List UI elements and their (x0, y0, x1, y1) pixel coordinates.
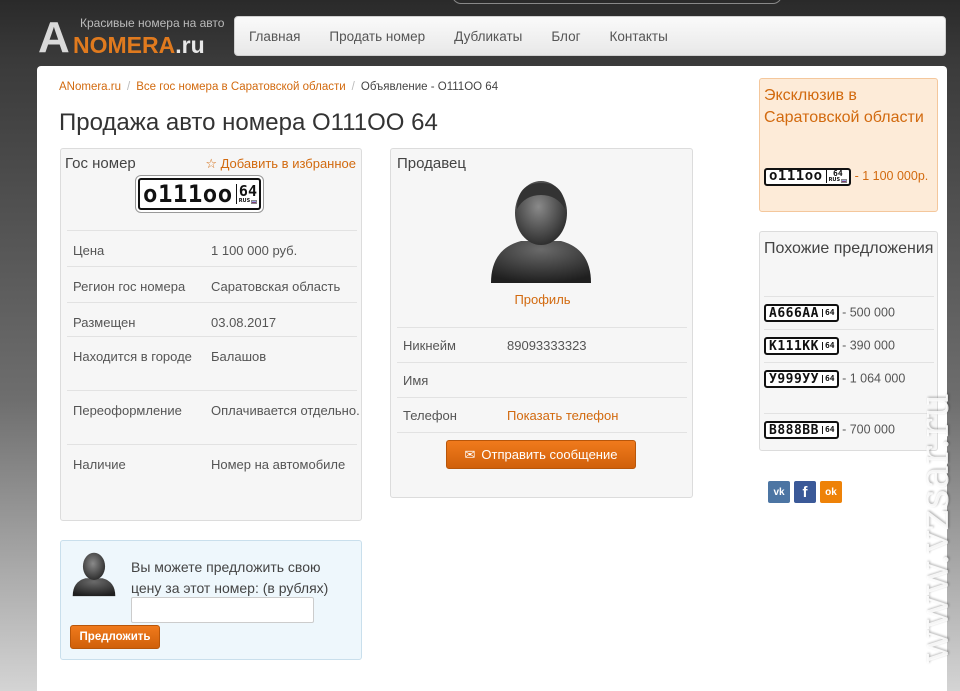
info-row-price: Цена 1 100 000 руб. (67, 230, 357, 266)
nav-contacts[interactable]: Контакты (610, 29, 668, 44)
plate-box-heading: Гос номер (65, 155, 136, 172)
offer-submit-button[interactable]: Предложить (70, 625, 160, 649)
breadcrumb-current: Объявление - О111ОО 64 (360, 81, 499, 93)
info-row-availability: Наличие Номер на автомобиле (67, 444, 357, 498)
nav-home[interactable]: Главная (249, 29, 300, 44)
offer-text: Вы можете предложить свою цену за этот н… (131, 559, 329, 596)
vk-icon[interactable]: vk (768, 481, 790, 503)
similar-item-a666aa[interactable]: А666АА 64 - 500 000 (764, 296, 934, 329)
main-content: ANomera.ru / Все гос номера в Саратовской … (37, 66, 947, 691)
page-title: Продажа авто номера О111ОО 64 (59, 109, 438, 136)
send-message-button[interactable]: ✉ Отправить сообщение (446, 440, 636, 469)
exclusive-listing[interactable]: о111оо 64 RUS - 1 100 000р. (764, 167, 934, 186)
main-nav: Главная Продать номер Дубликаты Блог Кон… (234, 16, 946, 56)
seller-row-name: Имя (397, 362, 687, 397)
envelope-icon: ✉ (464, 446, 476, 462)
facebook-icon[interactable]: f (794, 481, 816, 503)
logo-name: NOMERA.ru (73, 32, 205, 58)
similar-item-b888bb[interactable]: В888ВВ 64 - 700 000 (764, 413, 934, 446)
seller-row-nickname: Никнейм 89093333323 (397, 327, 687, 362)
exclusive-heading: Эксклюзив в Саратовской области (764, 87, 924, 126)
star-icon: ☆ (205, 156, 217, 171)
plate-image: о111оо 64 RUS (138, 178, 262, 210)
exclusive-box: Эксклюзив в Саратовской области о111оо 64… (759, 78, 938, 212)
nav-duplicates[interactable]: Дубликаты (454, 29, 522, 44)
offer-avatar (72, 552, 116, 597)
seller-avatar (491, 181, 591, 283)
seller-heading: Продавец (397, 155, 466, 172)
show-phone-link[interactable]: Показать телефон (507, 408, 618, 423)
site-header: Красивые номера на авто A NOMERA.ru Глав… (0, 0, 960, 66)
plate-info-box: Гос номер ☆ Добавить в избранное о111оо … (60, 148, 362, 521)
logo-letter-a: A (38, 13, 70, 62)
nav-blog[interactable]: Блог (551, 29, 580, 44)
add-favorite-link[interactable]: ☆ Добавить в избранное (205, 156, 356, 172)
similar-item-y999yy[interactable]: У999УУ 64 - 1 064 000 (764, 362, 934, 413)
similar-heading: Похожие предложения (764, 240, 934, 257)
info-row-region: Регион гос номера Саратовская область (67, 266, 357, 302)
top-search-bar[interactable] (452, 0, 782, 4)
info-row-posted: Размещен 03.08.2017 (67, 302, 357, 336)
nav-sell-number[interactable]: Продать номер (329, 29, 425, 44)
similar-item-k111kk[interactable]: К111КК 64 - 390 000 (764, 329, 934, 362)
logo-tagline: Красивые номера на авто (80, 16, 225, 30)
seller-box: Продавец Профиль Никнейм 89093333323 Имя … (390, 148, 693, 498)
odnoklassniki-icon[interactable]: ok (820, 481, 842, 503)
exclusive-price: - 1 100 000р. (854, 169, 929, 183)
breadcrumb-home[interactable]: ANomera.ru (59, 81, 121, 93)
offer-price-input[interactable] (131, 597, 314, 623)
profile-link[interactable]: Профиль (391, 292, 694, 307)
info-row-reregistration: Переоформление Оплачивается отдельно. (67, 390, 360, 444)
seller-row-phone: Телефон Показать телефон (397, 397, 687, 432)
breadcrumb: ANomera.ru / Все гос номера в Саратовской … (59, 81, 499, 93)
site-logo[interactable]: Красивые номера на авто A NOMERA.ru (38, 10, 228, 62)
info-row-city: Находится в городе Балашов (67, 336, 357, 390)
watermark: www.vzsar.ru (912, 392, 958, 664)
seller-divider (397, 432, 687, 433)
price-offer-box: Вы можете предложить свою цену за этот н… (60, 540, 362, 660)
breadcrumb-section[interactable]: Все гос номера в Саратовской области (136, 81, 345, 93)
